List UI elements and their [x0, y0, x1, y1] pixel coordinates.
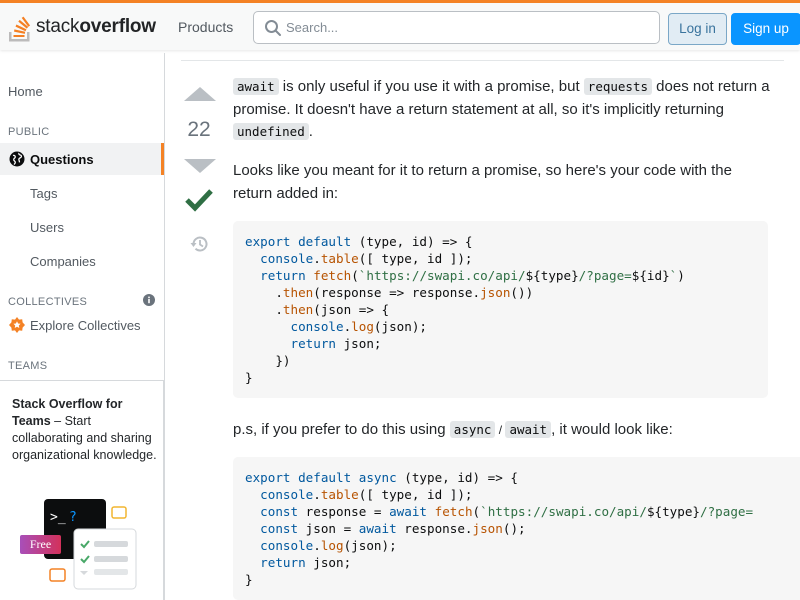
nav-users[interactable]: Users: [30, 220, 64, 235]
answer-text: , it would look like:: [551, 421, 673, 438]
vote-down-icon[interactable]: [183, 158, 217, 174]
nav-questions-label: Questions: [30, 152, 94, 167]
collectives-icon: [9, 317, 25, 333]
nav-section-collectives: COLLECTIVES: [8, 296, 88, 308]
code-block-2-line: const json = await response.json();: [260, 521, 526, 536]
free-badge: Free: [20, 535, 61, 554]
logo-text: stackoverflow: [36, 16, 156, 37]
inline-code: async: [449, 421, 496, 438]
nav-questions[interactable]: Questions: [0, 143, 164, 175]
login-button[interactable]: Log in: [668, 13, 727, 45]
code-block-1-line: console.table([ type, id ]);: [260, 251, 473, 266]
code-block-2-line: console.table([ type, id ]);: [260, 487, 473, 502]
answer-text: .: [308, 123, 313, 140]
code-block-1-line: return json;: [290, 336, 382, 351]
code-block-1-line: }): [245, 353, 291, 368]
nav-companies[interactable]: Companies: [30, 254, 96, 269]
code-block-2-line: return json;: [260, 555, 352, 570]
teams-illustration: >_ ? Free: [18, 499, 138, 600]
inline-code: requests: [583, 78, 653, 95]
products-menu[interactable]: Products: [170, 11, 241, 43]
teams-promo-text: Stack Overflow for Teams – Start collabo…: [12, 396, 157, 464]
answer-paragraph-2: Looks like you meant for it to return a …: [233, 162, 732, 202]
search-icon: [265, 20, 281, 36]
svg-text:?: ?: [69, 510, 77, 525]
answer-text: /: [495, 423, 506, 437]
code-block-2-line: console.log(json);: [260, 538, 397, 553]
answer-paragraph-1: await is only useful if you use it with …: [233, 76, 773, 144]
answer-text: is only useful if you use it with a prom…: [278, 78, 584, 95]
code-block-2-line: }: [245, 572, 253, 587]
search-box[interactable]: [253, 11, 660, 44]
code-block-1-line: console.log(json);: [290, 319, 428, 334]
code-block-1-line: }: [245, 370, 253, 385]
code-block-1-line: export default (type, id) => {: [245, 234, 473, 249]
nav-section-public: PUBLIC: [8, 126, 50, 138]
top-bar: stackoverflow Products Log in Sign up: [0, 0, 800, 50]
left-sidebar: Home PUBLIC Questions Tags Users Compani…: [0, 53, 165, 600]
accepted-check-icon: [185, 189, 213, 212]
nav-section-teams: TEAMS: [8, 360, 48, 372]
nav-tags[interactable]: Tags: [30, 186, 57, 201]
code-block-1-line: .then(response => response.json()): [245, 285, 534, 300]
answer-paragraph-3: p.s, if you prefer to do this using asyn…: [233, 419, 773, 442]
teams-promo-card[interactable]: Stack Overflow for Teams – Start collabo…: [0, 380, 164, 600]
history-icon[interactable]: [190, 235, 209, 253]
nav-explore-collectives[interactable]: Explore Collectives: [30, 318, 141, 333]
globe-icon: [9, 151, 25, 167]
nav-home[interactable]: Home: [8, 84, 43, 99]
code-block-1-line: return fetch(`https://swapi.co/api/${typ…: [260, 268, 685, 283]
post-divider: [181, 60, 784, 61]
answer-text: p.s, if you prefer to do this using: [233, 421, 450, 438]
code-block-2-line: const response = await fetch(`https://sw…: [260, 504, 754, 519]
stackoverflow-logo[interactable]: stackoverflow: [8, 10, 156, 44]
vote-up-icon[interactable]: [183, 86, 217, 102]
inline-code: undefined: [233, 123, 309, 140]
code-block-1: export default (type, id) => { console.t…: [233, 221, 768, 398]
inline-code: await: [505, 421, 552, 438]
svg-text:>_: >_: [50, 510, 66, 525]
code-block-2: export default async (type, id) => { con…: [233, 457, 800, 600]
code-block-1-line: .then(json => {: [245, 302, 390, 317]
inline-code: await: [233, 78, 279, 95]
stackoverflow-logo-icon: [9, 16, 31, 42]
code-block-2-line: export default async (type, id) => {: [245, 470, 519, 485]
vote-count: 22: [187, 118, 211, 141]
signup-button[interactable]: Sign up: [731, 13, 800, 45]
search-input[interactable]: [286, 12, 646, 43]
info-icon[interactable]: [143, 294, 155, 306]
